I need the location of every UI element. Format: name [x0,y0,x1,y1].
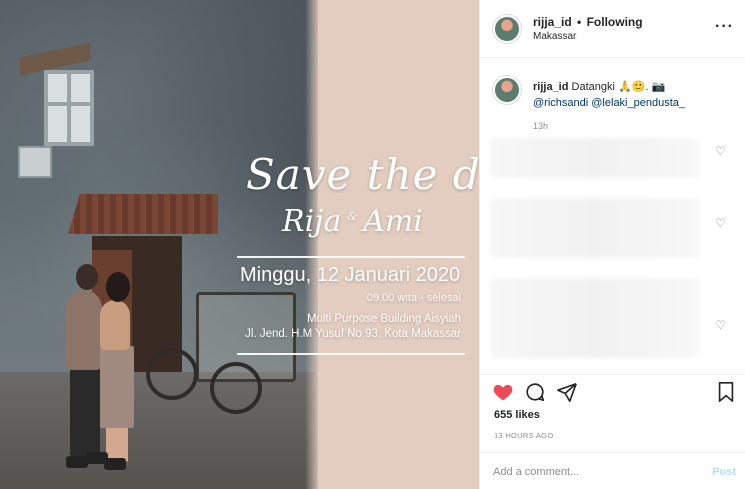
man-legs [70,368,100,456]
event-date: Minggu, 12 Januari 2020 [240,264,461,286]
post-header: rijja_id • Following Makassar ··· [480,0,745,58]
heart-filled-icon [493,384,513,401]
avatar[interactable] [493,15,521,43]
like-button[interactable] [492,381,514,408]
event-address: Jl. Jend. H.M Yusuf No.93. Kota Makassar [245,328,461,340]
shoe [66,456,88,468]
woman-skirt [100,346,134,428]
name-second: Ami [363,204,423,239]
mention-link[interactable]: @richsandi [533,97,588,109]
share-button[interactable] [556,381,578,408]
add-comment-bar: Post [480,452,745,489]
likes-count[interactable]: 655 likes [494,409,540,421]
name-first: Rija [282,204,342,239]
header-username[interactable]: rijja_id [533,15,572,29]
bicycle-wheel [210,362,262,414]
blurred-comment [490,278,700,358]
overlay-fade [305,0,319,489]
save-button[interactable] [716,381,736,408]
blurred-comment [490,198,700,258]
rusty-awning [68,194,218,234]
pink-overlay [318,0,479,489]
event-time: 09.00 wita - selesai [366,292,461,304]
caption-text: rijja_id Datangki 🙏🙂. 📷 @richsandi @lela… [533,79,733,111]
building-window [44,70,94,146]
divider-bottom [237,353,465,355]
comments-area[interactable]: rijja_id Datangki 🙏🙂. 📷 @richsandi @lela… [480,58,745,374]
name-ampersand: & [347,210,358,223]
woman-head [106,272,130,302]
comment-button[interactable] [524,381,546,408]
caption-username[interactable]: rijja_id [533,81,568,93]
mention-link[interactable]: @lelaki_pendusta_ [591,97,685,109]
couple-names: Rija & Ami [282,204,423,239]
comment-input[interactable] [493,466,693,478]
post-photo[interactable]: Save the date Rija&Ami Minggu, 12 Januar… [0,0,479,489]
woman-legs [106,426,128,462]
action-bar [480,374,745,410]
shoe [104,458,126,470]
caption-time: 13h [533,121,549,131]
post-timestamp[interactable]: 13 HOURS AGO [494,431,553,440]
location-link[interactable]: Makassar [533,31,576,42]
blurred-comment [490,138,700,178]
follow-status-button[interactable]: Following [587,15,643,29]
caption-body: Datangki 🙏🙂. 📷 [571,81,666,93]
comment-icon [526,383,545,402]
air-conditioner [18,146,52,178]
heart-outline-icon[interactable]: ♡ [715,216,726,230]
caption-avatar[interactable] [493,76,521,104]
save-the-date-title: Save the date [246,150,479,199]
share-icon [557,382,577,402]
bookmark-icon [718,382,734,402]
man-head [76,264,98,290]
divider-top [237,256,465,258]
bicycle-wheel [146,348,198,400]
heart-outline-icon[interactable]: ♡ [715,318,726,332]
woman-body [100,300,130,350]
header-separator: • [577,15,582,29]
heart-outline-icon[interactable]: ♡ [715,144,726,158]
header-user-line: rijja_id • Following [533,15,643,29]
man-body [66,290,102,370]
event-venue: Multi Purpose Building Aisyiah [306,313,461,325]
more-icon[interactable]: ··· [715,18,734,36]
post-side-panel: rijja_id • Following Makassar ··· rijja_… [479,0,745,489]
post-comment-button[interactable]: Post [712,466,736,478]
